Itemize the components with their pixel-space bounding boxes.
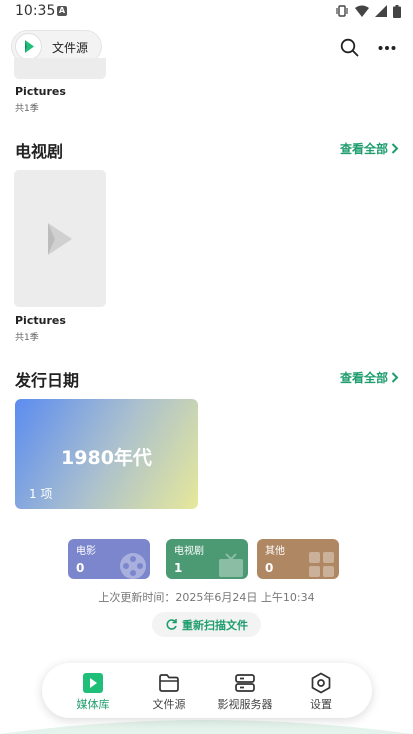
nav-settings[interactable]: 设置 (283, 663, 359, 718)
tv-show-title: Pictures (15, 314, 66, 327)
vibrate-icon (336, 5, 348, 17)
media-card-subtitle: 共1季 (15, 104, 39, 114)
decade-count: 1 项 (29, 487, 53, 501)
source-label: 文件源 (52, 41, 89, 55)
status-icons (335, 4, 401, 18)
status-time: 10:35 (15, 3, 56, 19)
server-icon (235, 674, 255, 692)
stat-value: 1 (174, 561, 183, 575)
more-button[interactable] (378, 40, 396, 60)
decade-card[interactable]: 1980年代 1 项 (15, 399, 198, 509)
see-all-label: 查看全部 (339, 371, 388, 385)
app-logo-icon (15, 33, 42, 60)
battery-icon (393, 4, 401, 18)
tv-icon (219, 553, 243, 577)
stat-card-movies[interactable]: 电影 0 (68, 539, 150, 579)
release-section-title: 发行日期 (15, 371, 80, 390)
stat-value: 0 (265, 561, 274, 575)
see-all-label: 查看全部 (339, 142, 388, 156)
release-see-all-link[interactable]: 查看全部 (340, 369, 399, 386)
nav-media-server[interactable]: 影视服务器 (207, 663, 283, 718)
search-button[interactable] (340, 38, 360, 62)
stat-card-other[interactable]: 其他 0 (257, 539, 339, 579)
folder-icon (159, 674, 179, 692)
settings-icon (311, 672, 331, 694)
nav-file-source[interactable]: 文件源 (131, 663, 207, 718)
nav-label: 影视服务器 (217, 698, 273, 711)
chevron-right-icon (391, 372, 399, 383)
nav-label: 文件源 (152, 698, 186, 711)
notification-a-icon: A (57, 6, 67, 16)
more-icon (378, 46, 396, 50)
chevron-right-icon (391, 143, 399, 154)
rescan-button[interactable]: 重新扫描文件 (152, 612, 261, 637)
stat-label: 电影 (76, 546, 96, 557)
tv-show-poster[interactable] (14, 170, 106, 307)
stat-value: 0 (76, 561, 85, 575)
nav-label: 媒体库 (76, 698, 110, 711)
bottom-navigation: 媒体库 文件源 影视服务器 设置 (42, 663, 372, 718)
nav-media-library[interactable]: 媒体库 (55, 663, 131, 718)
tv-show-subtitle: 共1季 (15, 333, 39, 343)
rescan-label: 重新扫描文件 (182, 618, 248, 632)
status-bar: 10:35 A (0, 0, 413, 24)
stat-card-tv[interactable]: 电视剧 1 (166, 539, 248, 579)
tv-see-all-link[interactable]: 查看全部 (340, 140, 399, 157)
stat-label: 其他 (265, 546, 285, 557)
media-card-poster[interactable] (14, 58, 106, 79)
placeholder-play-icon (48, 223, 72, 255)
media-library-icon (83, 673, 103, 693)
stat-label: 电视剧 (174, 546, 204, 557)
film-reel-icon (120, 553, 146, 579)
signal-icon (375, 5, 387, 17)
wifi-icon (355, 5, 369, 17)
nav-label: 设置 (310, 698, 332, 711)
search-icon (340, 38, 359, 57)
decade-title: 1980年代 (61, 447, 152, 469)
media-card-title: Pictures (15, 85, 66, 98)
tv-section-title: 电视剧 (15, 142, 64, 161)
last-update-text: 上次更新时间：2025年6月24日 上午10:34 (98, 591, 315, 604)
grid-icon (309, 552, 334, 577)
refresh-icon (166, 619, 177, 630)
